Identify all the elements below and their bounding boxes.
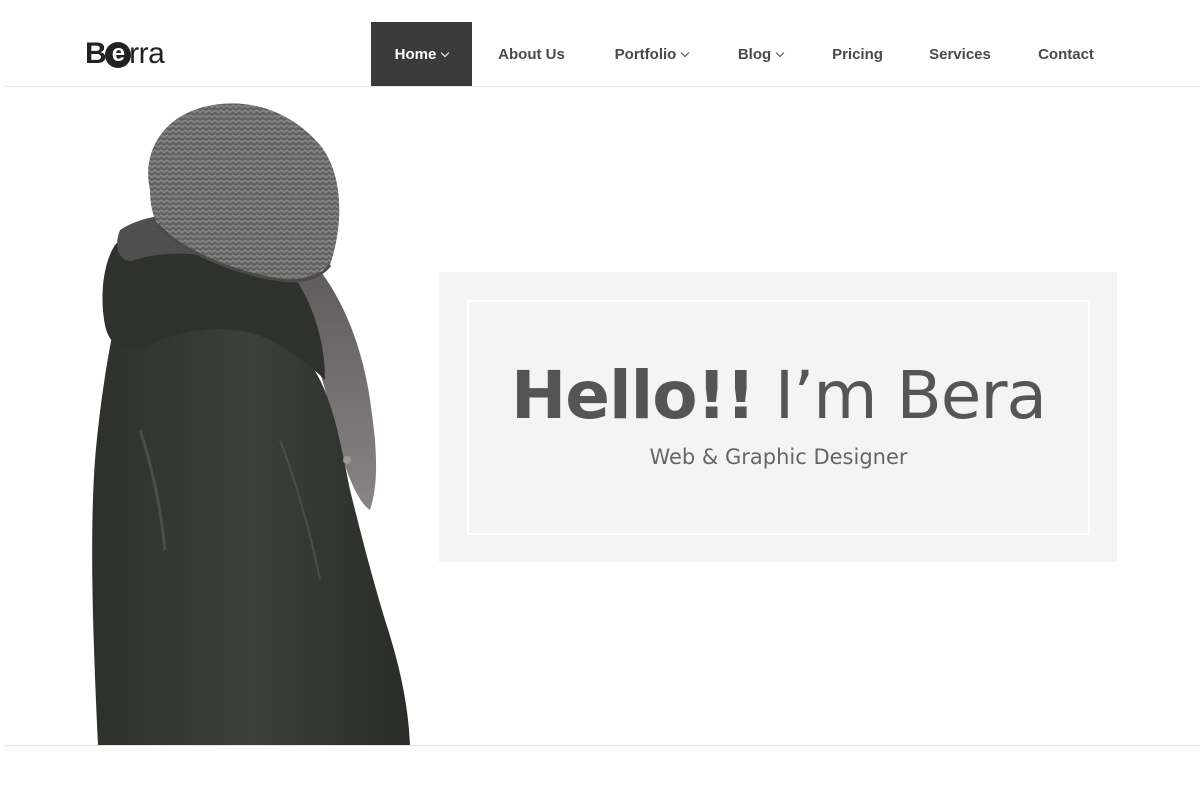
logo-suffix: rra bbox=[129, 37, 165, 70]
site-header: Be rra Home About Us Portfolio Blog Prici… bbox=[0, 0, 1200, 87]
nav-item-portfolio[interactable]: Portfolio bbox=[591, 22, 712, 87]
nav-item-home[interactable]: Home bbox=[371, 22, 472, 87]
nav-item-contact[interactable]: Contact bbox=[1014, 22, 1118, 87]
hero-title-name: I’m Bera bbox=[754, 357, 1047, 434]
site-logo[interactable]: Be rra bbox=[85, 36, 165, 72]
nav-item-label: Portfolio bbox=[614, 46, 677, 63]
nav-item-label: Blog bbox=[737, 46, 772, 63]
hero-title: Hello!! I’m Bera bbox=[467, 352, 1090, 440]
nav-item-about-us[interactable]: About Us bbox=[472, 22, 591, 87]
nav-item-label: About Us bbox=[498, 46, 565, 63]
hero-divider bbox=[4, 745, 1200, 746]
nav-item-label: Services bbox=[929, 46, 991, 63]
logo-prefix: B bbox=[85, 37, 107, 70]
logo-circle-letter: e bbox=[105, 42, 132, 68]
nav-item-pricing[interactable]: Pricing bbox=[809, 22, 906, 87]
nav-item-label: Pricing bbox=[832, 46, 883, 63]
hero-subtitle: Web & Graphic Designer bbox=[649, 445, 908, 469]
nav-item-services[interactable]: Services bbox=[906, 22, 1014, 87]
nav-item-label: Contact bbox=[1038, 46, 1094, 63]
nav-item-label: Home bbox=[394, 46, 437, 63]
chevron-down-icon bbox=[441, 48, 450, 57]
nav-item-blog[interactable]: Blog bbox=[712, 22, 809, 87]
main-navigation: Home About Us Portfolio Blog Pricing Ser… bbox=[371, 22, 1118, 87]
chevron-down-icon bbox=[681, 48, 690, 57]
hero-portrait-image bbox=[92, 103, 410, 745]
chevron-down-icon bbox=[775, 48, 785, 57]
hero-title-greeting: Hello!! bbox=[511, 357, 756, 434]
